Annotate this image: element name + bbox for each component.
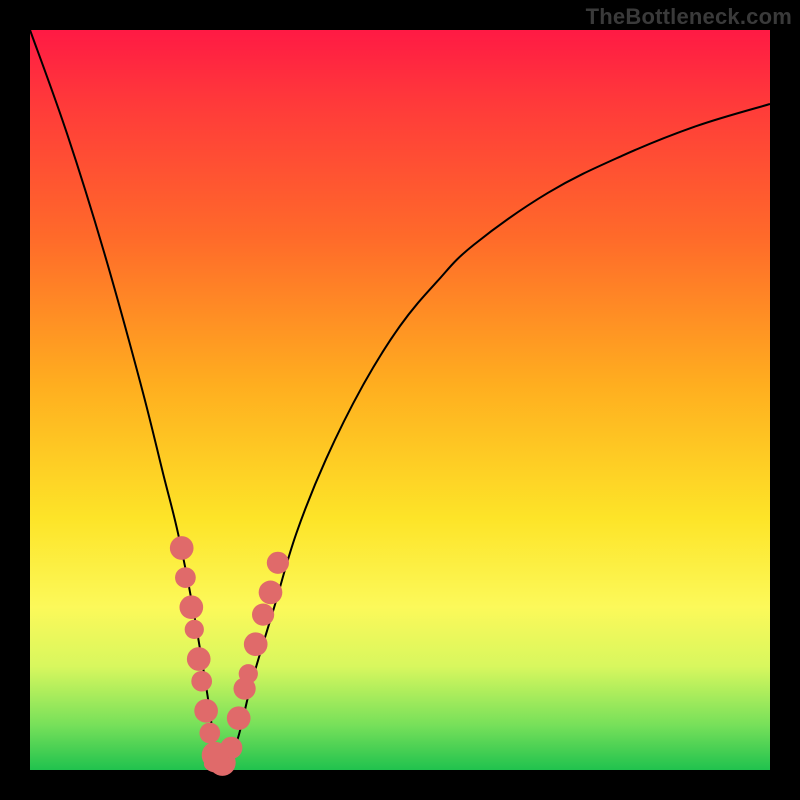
chart-dots (170, 536, 289, 776)
data-point (199, 723, 220, 744)
data-point (179, 595, 203, 619)
data-point (259, 581, 283, 605)
data-point (185, 620, 204, 639)
data-point (220, 737, 242, 759)
data-point (170, 536, 194, 560)
data-point (175, 567, 196, 588)
valley-cluster (204, 755, 234, 773)
data-point (252, 604, 274, 626)
bottleneck-curve (30, 30, 770, 770)
watermark-text: TheBottleneck.com (586, 4, 792, 30)
data-point (239, 664, 258, 683)
data-point (194, 699, 218, 723)
data-point (244, 632, 268, 656)
data-point (227, 706, 251, 730)
data-point (267, 552, 289, 574)
chart-svg (30, 30, 770, 770)
data-point (187, 647, 211, 671)
data-point (191, 671, 212, 692)
plot-area (30, 30, 770, 770)
chart-frame: TheBottleneck.com (0, 0, 800, 800)
